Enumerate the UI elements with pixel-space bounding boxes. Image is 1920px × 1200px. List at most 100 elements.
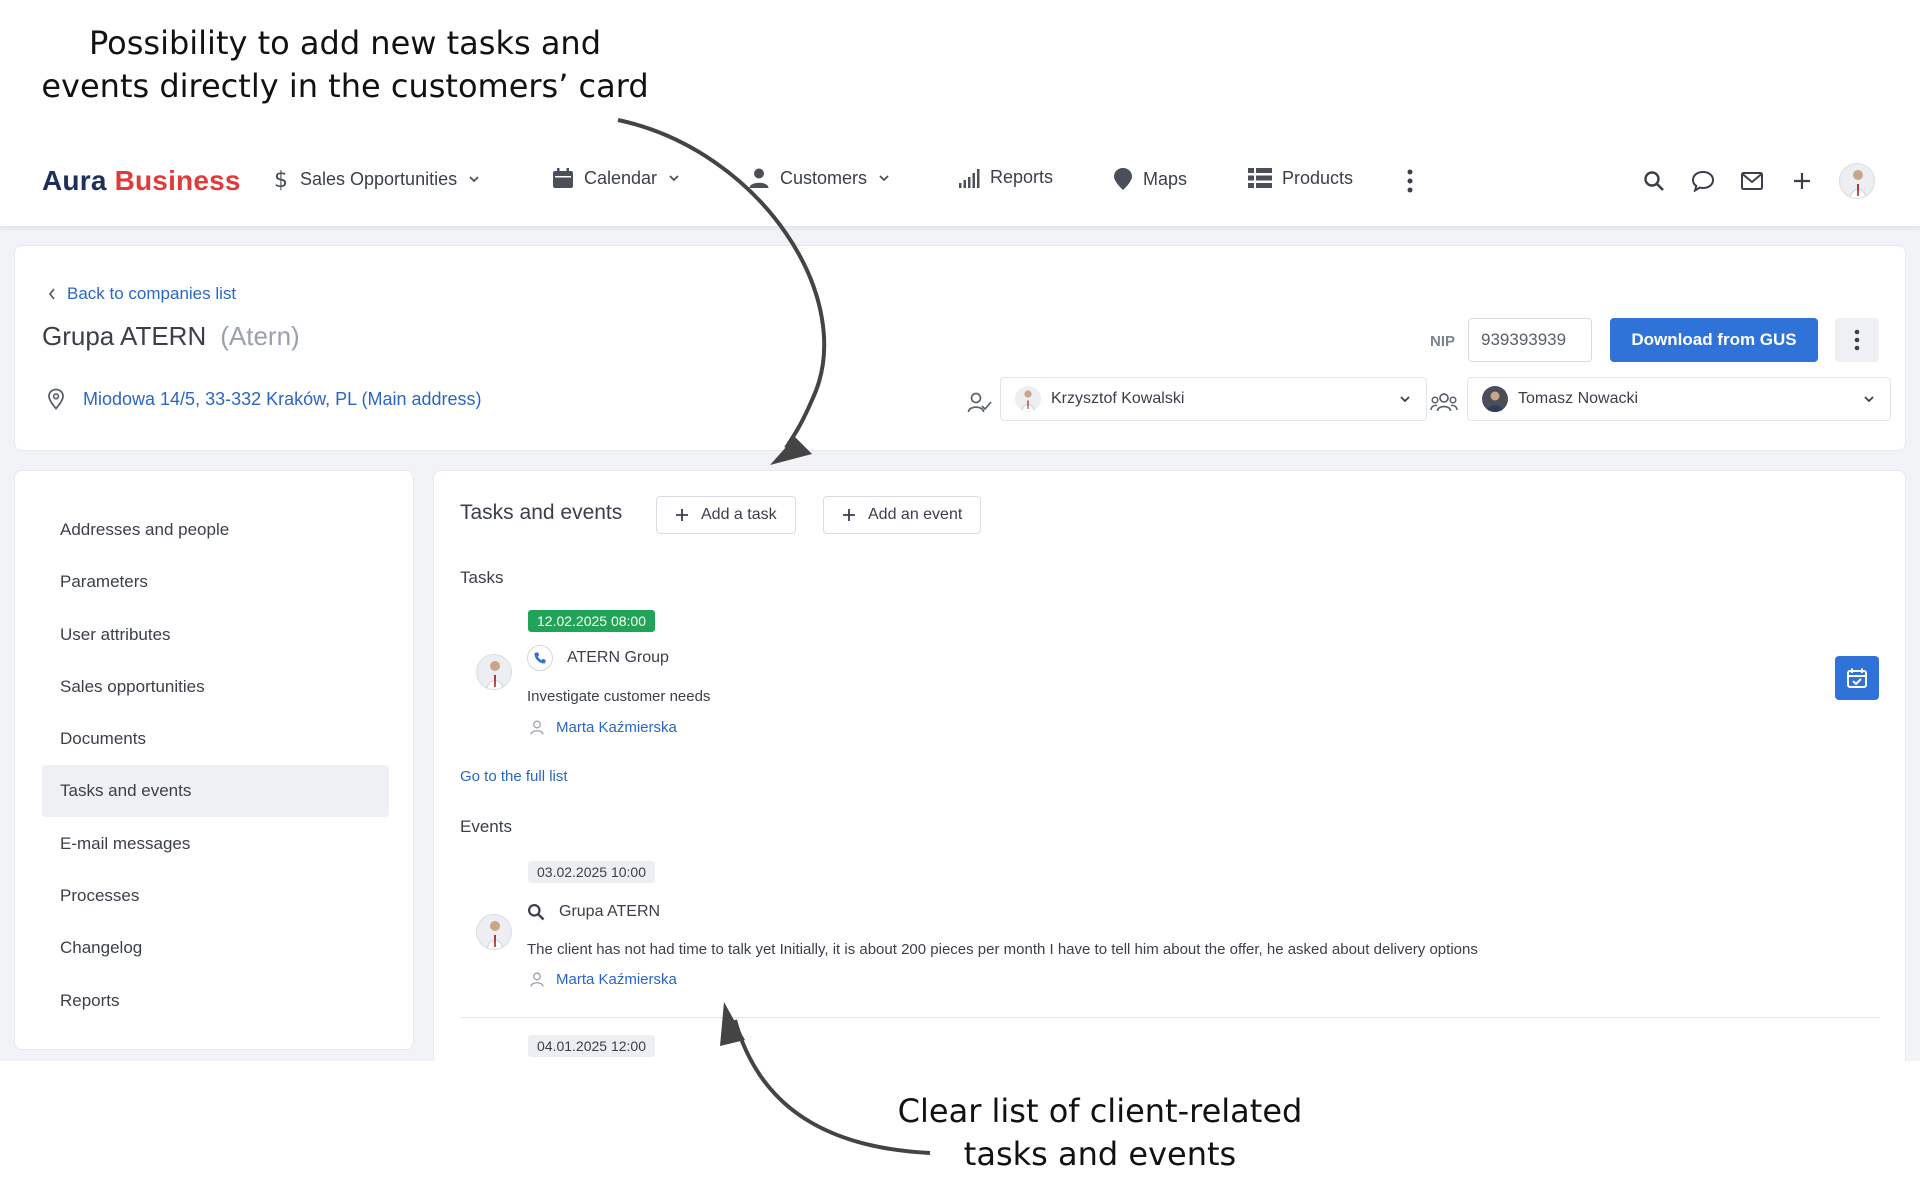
top-navbar: Aura Business $ Sales Opportunities Cale… [0,135,1920,227]
location-pin-icon [48,388,64,410]
grid-list-icon [1248,168,1272,188]
add-task-label: Add a task [701,506,777,523]
event-date-badge: 04.01.2025 12:00 [528,1035,655,1057]
add-event-label: Add an event [868,506,963,523]
download-from-gus-button[interactable]: Download from GUS [1610,318,1818,362]
task-person[interactable]: Marta Kaźmierska [530,719,677,736]
chevron-down-icon [879,175,889,182]
avatar-image-icon [1849,170,1867,198]
svg-text:$: $ [274,168,288,191]
calendar-check-icon [1847,668,1867,688]
tasks-section-label: Tasks [460,568,504,587]
schedule-task-button[interactable] [1835,656,1879,700]
sidebar-item-email-messages[interactable]: E-mail messages [42,818,389,870]
avatar-image-icon [1021,390,1035,412]
address-label: Miodowa 14/5, 33-332 Kraków, PL (Main ad… [83,388,482,409]
sidebar-item-parameters[interactable]: Parameters [42,556,389,608]
team-member-select[interactable]: Tomasz Nowacki [1467,377,1891,421]
go-to-full-list-link[interactable]: Go to the full list [460,768,568,785]
team-users-icon [1430,393,1458,412]
user-avatar[interactable] [1839,163,1875,199]
event-assignee-avatar [476,914,512,950]
chevron-left-icon [48,288,55,300]
plus-icon [1794,173,1810,189]
event-divider [460,1017,1880,1018]
back-link-label: Back to companies list [67,284,237,303]
nav-products[interactable]: Products [1248,167,1353,189]
owner-user-icon [967,392,992,413]
sidebar-item-reports[interactable]: Reports [42,975,389,1027]
team-member-name: Tomasz Nowacki [1518,390,1639,407]
add-task-button[interactable]: Add a task [656,496,796,534]
company-header-card: Back to companies list Grupa ATERN (Atern… [14,245,1906,451]
nip-input[interactable] [1468,318,1592,362]
event-description[interactable]: The client has not had time to talk yet … [527,941,1478,958]
card-sidebar: Addresses and people Parameters User att… [14,470,414,1050]
phone-call-icon [527,645,553,671]
map-pin-icon [1114,168,1132,190]
owner-name: Krzysztof Kowalski [1051,390,1185,407]
vertical-dots-icon [1407,169,1413,193]
owner-select[interactable]: Krzysztof Kowalski [1000,377,1427,421]
nav-label: Products [1282,167,1354,188]
search-icon [1644,171,1664,191]
user-icon [749,168,769,188]
app-window: Aura Business $ Sales Opportunities Cale… [0,135,1920,1061]
add-event-button[interactable]: Add an event [823,496,982,534]
nav-label: Reports [990,167,1054,187]
more-menu-button[interactable] [1396,167,1424,195]
sidebar-item-changelog[interactable]: Changelog [42,922,389,974]
task-header: ATERN Group [527,645,669,671]
nav-sales-opportunities[interactable]: $ Sales Opportunities [272,167,481,191]
mail-icon [1741,172,1763,190]
event-header: Grupa ATERN [527,903,660,921]
chevron-down-icon [1400,396,1410,403]
page-title: Grupa ATERN (Atern) [42,321,300,352]
brand-part1: Aura [42,165,107,196]
event-company[interactable]: Grupa ATERN [559,903,660,921]
sidebar-item-tasks-events[interactable]: Tasks and events [42,765,389,817]
company-alias: (Atern) [220,321,300,351]
chat-button[interactable] [1689,167,1717,195]
search-button[interactable] [1640,167,1668,195]
chevron-down-icon [1864,396,1874,403]
nav-label: Customers [780,167,868,188]
annotation-bottom: Clear list of client-related tasks and e… [880,1090,1320,1176]
sidebar-item-addresses[interactable]: Addresses and people [42,504,389,556]
sidebar-item-documents[interactable]: Documents [42,713,389,765]
task-description[interactable]: Investigate customer needs [527,688,710,705]
nip-label: NIP [1430,333,1456,350]
nav-calendar[interactable]: Calendar [552,167,681,189]
vertical-dots-icon [1854,329,1860,351]
chevron-down-icon [469,176,479,183]
bar-chart-icon [959,168,980,188]
task-company[interactable]: ATERN Group [567,649,669,667]
annotation-bottom-line1: Clear list of client-related [897,1092,1303,1130]
event-person[interactable]: Marta Kaźmierska [530,971,677,988]
avatar-image-icon [1487,391,1503,412]
nav-customers[interactable]: Customers [748,167,891,189]
company-address-link[interactable]: Miodowa 14/5, 33-332 Kraków, PL (Main ad… [47,388,482,410]
task-date-badge: 12.02.2025 08:00 [528,610,655,632]
dollar-icon: $ [274,168,288,191]
owner-avatar [1015,386,1041,412]
sidebar-item-sales-opportunities[interactable]: Sales opportunities [42,661,389,713]
brand-logo[interactable]: Aura Business [42,165,241,197]
nav-maps[interactable]: Maps [1113,167,1187,191]
annotation-bottom-line2: tasks and events [963,1134,1237,1173]
nav-label: Maps [1143,168,1188,189]
add-button[interactable] [1788,167,1816,195]
header-more-button[interactable] [1835,318,1879,362]
task-assignee-avatar [476,654,512,690]
event-person-name: Marta Kaźmierska [556,971,677,988]
annotation-top-line2: events directly in the customers’ card [41,66,649,105]
sidebar-item-processes[interactable]: Processes [42,870,389,922]
sidebar-item-user-attributes[interactable]: User attributes [42,609,389,661]
annotation-top-line1: Possibility to add new tasks and [88,24,602,62]
mail-button[interactable] [1738,167,1766,195]
nav-reports[interactable]: Reports [958,167,1053,188]
back-to-companies-link[interactable]: Back to companies list [47,284,236,304]
avatar-image-icon [486,661,504,689]
task-person-name: Marta Kaźmierska [556,719,677,736]
plus-icon [843,509,855,521]
